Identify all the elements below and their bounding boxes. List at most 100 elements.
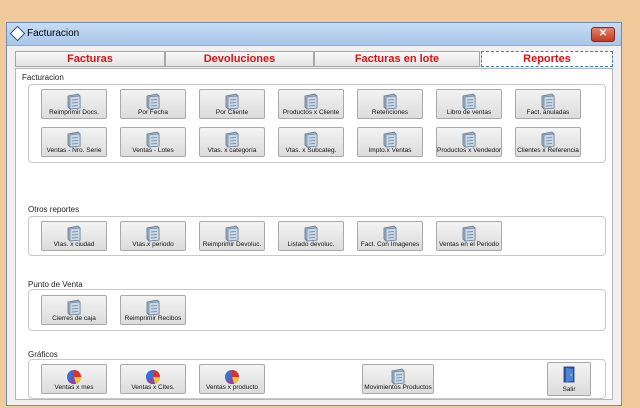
- btn-fact-anuladas[interactable]: Fact. anuladas: [515, 89, 581, 119]
- tab-facturas-en-lote[interactable]: Facturas en lote: [314, 51, 480, 67]
- btn-fact-con-imagenes[interactable]: Fact. Con Imagenes: [357, 221, 423, 251]
- btn-ventas-x-producto[interactable]: Ventas x producto: [199, 364, 265, 394]
- btn-listado-devoluc[interactable]: Listado devoluc.: [278, 221, 344, 251]
- btn-vtas-x-ciudad[interactable]: Vtas. x ciudad: [41, 221, 107, 251]
- report-icon: [223, 93, 241, 110]
- group-otros: Vtas. x ciudad Vtas.x periodo Reimprimir…: [28, 216, 606, 256]
- btn-productos-x-vendedor[interactable]: Productos x Vendedor: [436, 127, 502, 157]
- report-icon: [389, 368, 407, 385]
- btn-label: Vtas. x categoría: [207, 147, 257, 154]
- report-icon: [223, 225, 241, 242]
- btn-label: Reimprimir Devoluc.: [202, 241, 262, 248]
- btn-label: Ventas x Cltes.: [131, 384, 175, 391]
- title-bar: Facturacion ✕: [7, 23, 621, 46]
- reportes-page: Facturacion Reimprimir Docs. Por Fecha P…: [15, 68, 613, 400]
- report-icon: [144, 299, 162, 316]
- report-icon: [65, 299, 83, 316]
- btn-label: Ventas x mes: [54, 384, 94, 391]
- btn-impto-x-ventas[interactable]: Impto.x Ventas: [357, 127, 423, 157]
- btn-label: Ventas - Lotes: [132, 147, 174, 154]
- btn-label: Cierres de caja: [52, 315, 96, 322]
- btn-reimprimir-devoluc[interactable]: Reimprimir Devoluc.: [199, 221, 265, 251]
- btn-label: Movimientos Productos: [364, 384, 432, 391]
- btn-por-cliente[interactable]: Por Cliente: [199, 89, 265, 119]
- btn-clientes-x-referencia[interactable]: Clientes x Referencia: [515, 127, 581, 157]
- report-icon: [223, 131, 241, 148]
- btn-label: Fact. anuladas: [526, 109, 570, 116]
- exit-door-icon: [560, 366, 578, 383]
- report-icon: [302, 93, 320, 110]
- btn-label: Por Cliente: [215, 109, 249, 116]
- chart-icon: [65, 368, 83, 385]
- report-icon: [65, 225, 83, 242]
- tab-devoluciones[interactable]: Devoluciones: [165, 51, 314, 67]
- section-label-graficos: Gráficos: [28, 350, 58, 359]
- btn-ventas-en-el-periodo[interactable]: Ventas en el Periodo: [436, 221, 502, 251]
- btn-reimprimir-recibos[interactable]: Reimprimir Recibos: [120, 295, 186, 325]
- btn-salir[interactable]: Salir: [547, 362, 591, 396]
- report-icon: [460, 131, 478, 148]
- chart-icon: [144, 368, 162, 385]
- group-graficos: Ventas x mes Ventas x Cltes. Ventas x pr…: [28, 359, 606, 399]
- report-icon: [460, 225, 478, 242]
- report-icon: [381, 131, 399, 148]
- group-facturacion: Reimprimir Docs. Por Fecha Por Cliente P…: [28, 84, 606, 163]
- btn-movimientos-productos[interactable]: Movimientos Productos: [362, 364, 434, 394]
- section-label-otros: Otros reportes: [28, 205, 80, 214]
- btn-retenciones[interactable]: Retenciones: [357, 89, 423, 119]
- report-icon: [144, 225, 162, 242]
- btn-label: Ventas en el Periodo: [439, 241, 499, 248]
- btn-label: Por Fecha: [138, 109, 168, 116]
- tab-facturas[interactable]: Facturas: [15, 51, 165, 67]
- report-icon: [460, 93, 478, 110]
- btn-label: Listado devoluc.: [287, 241, 335, 248]
- report-icon: [65, 93, 83, 110]
- btn-label: Retenciones: [371, 109, 409, 116]
- btn-cierres-de-caja[interactable]: Cierres de caja: [41, 295, 107, 325]
- window-title: Facturacion: [27, 28, 80, 39]
- btn-label: Ventas - Nro. Serie: [46, 147, 102, 154]
- btn-vtas-x-periodo[interactable]: Vtas.x periodo: [120, 221, 186, 251]
- section-label-pdv: Punto de Venta: [28, 280, 83, 289]
- btn-label: Vtas. x ciudad: [53, 241, 95, 248]
- btn-label: Productos x Cliente: [282, 109, 340, 116]
- close-button[interactable]: ✕: [591, 27, 615, 42]
- facturacion-window: Facturacion ✕ Facturas Devoluciones Fact…: [6, 22, 622, 406]
- btn-label: Vtas.x periodo: [132, 241, 174, 248]
- section-label-facturacion: Facturacion: [22, 73, 64, 82]
- btn-label: Vtas. x Subcateg.: [285, 147, 337, 154]
- tab-strip: Facturas Devoluciones Facturas en lote R…: [15, 51, 613, 67]
- btn-vtas-x-subcateg[interactable]: Vtas. x Subcateg.: [278, 127, 344, 157]
- report-icon: [539, 93, 557, 110]
- btn-ventas-x-cltes[interactable]: Ventas x Cltes.: [120, 364, 186, 394]
- btn-label: Impto.x Ventas: [368, 147, 412, 154]
- btn-label: Libro de ventas: [446, 109, 492, 116]
- tab-reportes[interactable]: Reportes: [481, 51, 613, 67]
- report-icon: [539, 131, 557, 148]
- report-icon: [302, 131, 320, 148]
- btn-productos-x-cliente[interactable]: Productos x Cliente: [278, 89, 344, 119]
- btn-ventas-x-mes[interactable]: Ventas x mes: [41, 364, 107, 394]
- report-icon: [144, 131, 162, 148]
- btn-label: Ventas x producto: [205, 384, 259, 391]
- group-pdv: Cierres de caja Reimprimir Recibos: [28, 289, 606, 331]
- btn-por-fecha[interactable]: Por Fecha: [120, 89, 186, 119]
- report-icon: [381, 225, 399, 242]
- btn-label: Salir: [562, 386, 576, 393]
- btn-ventas-lotes[interactable]: Ventas - Lotes: [120, 127, 186, 157]
- btn-label: Reimprimir Recibos: [124, 315, 182, 322]
- report-icon: [381, 93, 399, 110]
- btn-vtas-x-categoria[interactable]: Vtas. x categoría: [199, 127, 265, 157]
- btn-label: Reimprimir Docs.: [49, 109, 99, 116]
- report-icon: [302, 225, 320, 242]
- app-icon: [9, 25, 26, 42]
- btn-label: Productos x Vendedor: [437, 147, 501, 154]
- btn-label: Clientes x Referencia: [517, 147, 579, 154]
- btn-reimprimir-docs[interactable]: Reimprimir Docs.: [41, 89, 107, 119]
- btn-ventas-nro-serie[interactable]: Ventas - Nro. Serie: [41, 127, 107, 157]
- report-icon: [144, 93, 162, 110]
- btn-label: Fact. Con Imagenes: [360, 241, 420, 248]
- btn-libro-de-ventas[interactable]: Libro de ventas: [436, 89, 502, 119]
- chart-icon: [223, 368, 241, 385]
- report-icon: [65, 131, 83, 148]
